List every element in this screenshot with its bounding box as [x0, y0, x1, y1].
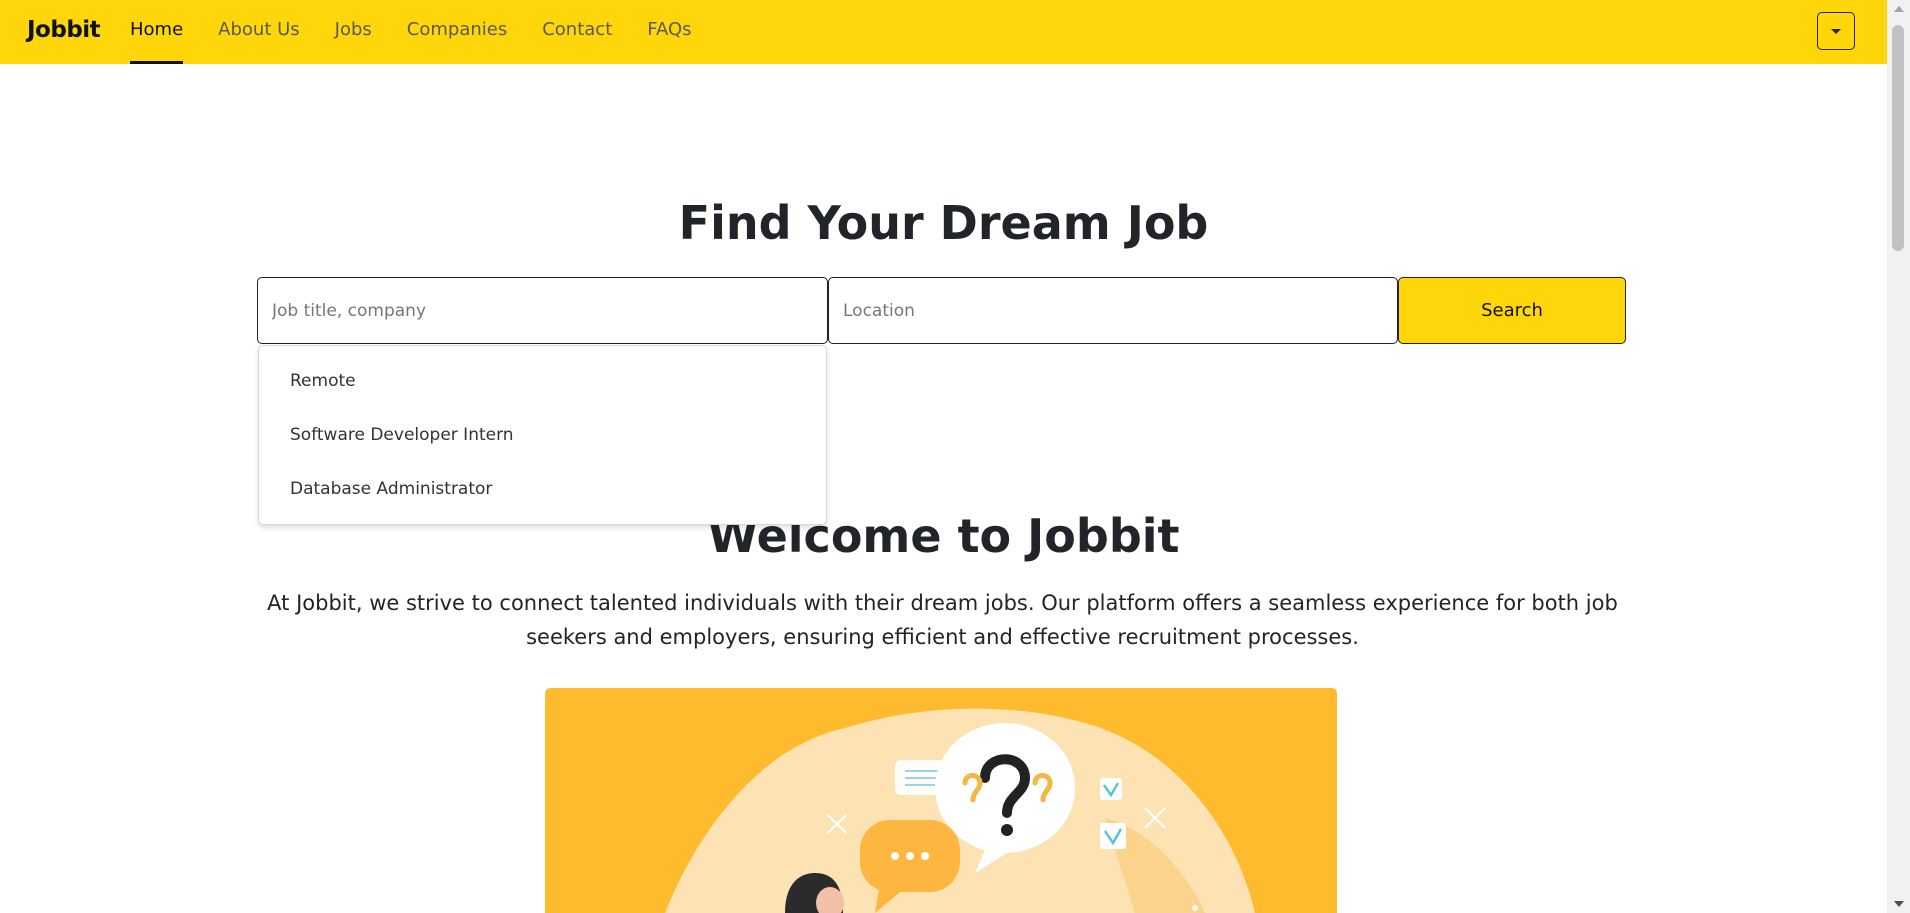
nav-link-jobs[interactable]: Jobs: [335, 0, 372, 64]
question-speech-bubble-icon: [665, 708, 1255, 913]
search-button[interactable]: Search: [1398, 277, 1626, 344]
nav-links: Home About Us Jobs Companies Contact FAQ…: [130, 0, 727, 64]
welcome-description: At Jobbit, we strive to connect talented…: [267, 591, 1618, 649]
top-navbar: Jobbit Home About Us Jobs Companies Cont…: [0, 0, 1887, 64]
scroll-up-arrow-icon[interactable]: [1894, 6, 1904, 12]
caret-down-icon: [1831, 28, 1841, 34]
navbar-dropdown-toggle[interactable]: [1817, 12, 1855, 50]
suggestions-dropdown: Remote Software Developer Intern Databas…: [258, 345, 827, 525]
location-input[interactable]: [828, 277, 1398, 344]
scroll-down-arrow-icon[interactable]: [1894, 901, 1904, 907]
nav-link-home[interactable]: Home: [130, 0, 184, 64]
scrollbar-thumb[interactable]: [1892, 25, 1904, 251]
page-scrollbar[interactable]: [1887, 0, 1910, 913]
nav-link-faqs[interactable]: FAQs: [647, 0, 691, 64]
nav-link-contact[interactable]: Contact: [542, 0, 612, 64]
suggestion-item[interactable]: Remote: [290, 371, 356, 391]
nav-link-about-us[interactable]: About Us: [218, 0, 300, 64]
hero-illustration: [545, 688, 1337, 913]
nav-link-companies[interactable]: Companies: [407, 0, 507, 64]
hero-title: Find Your Dream Job: [678, 196, 1209, 250]
suggestion-item[interactable]: Database Administrator: [290, 479, 492, 499]
suggestion-item[interactable]: Software Developer Intern: [290, 425, 514, 445]
brand-logo[interactable]: Jobbit: [27, 17, 101, 43]
job-search-input[interactable]: [257, 277, 828, 344]
